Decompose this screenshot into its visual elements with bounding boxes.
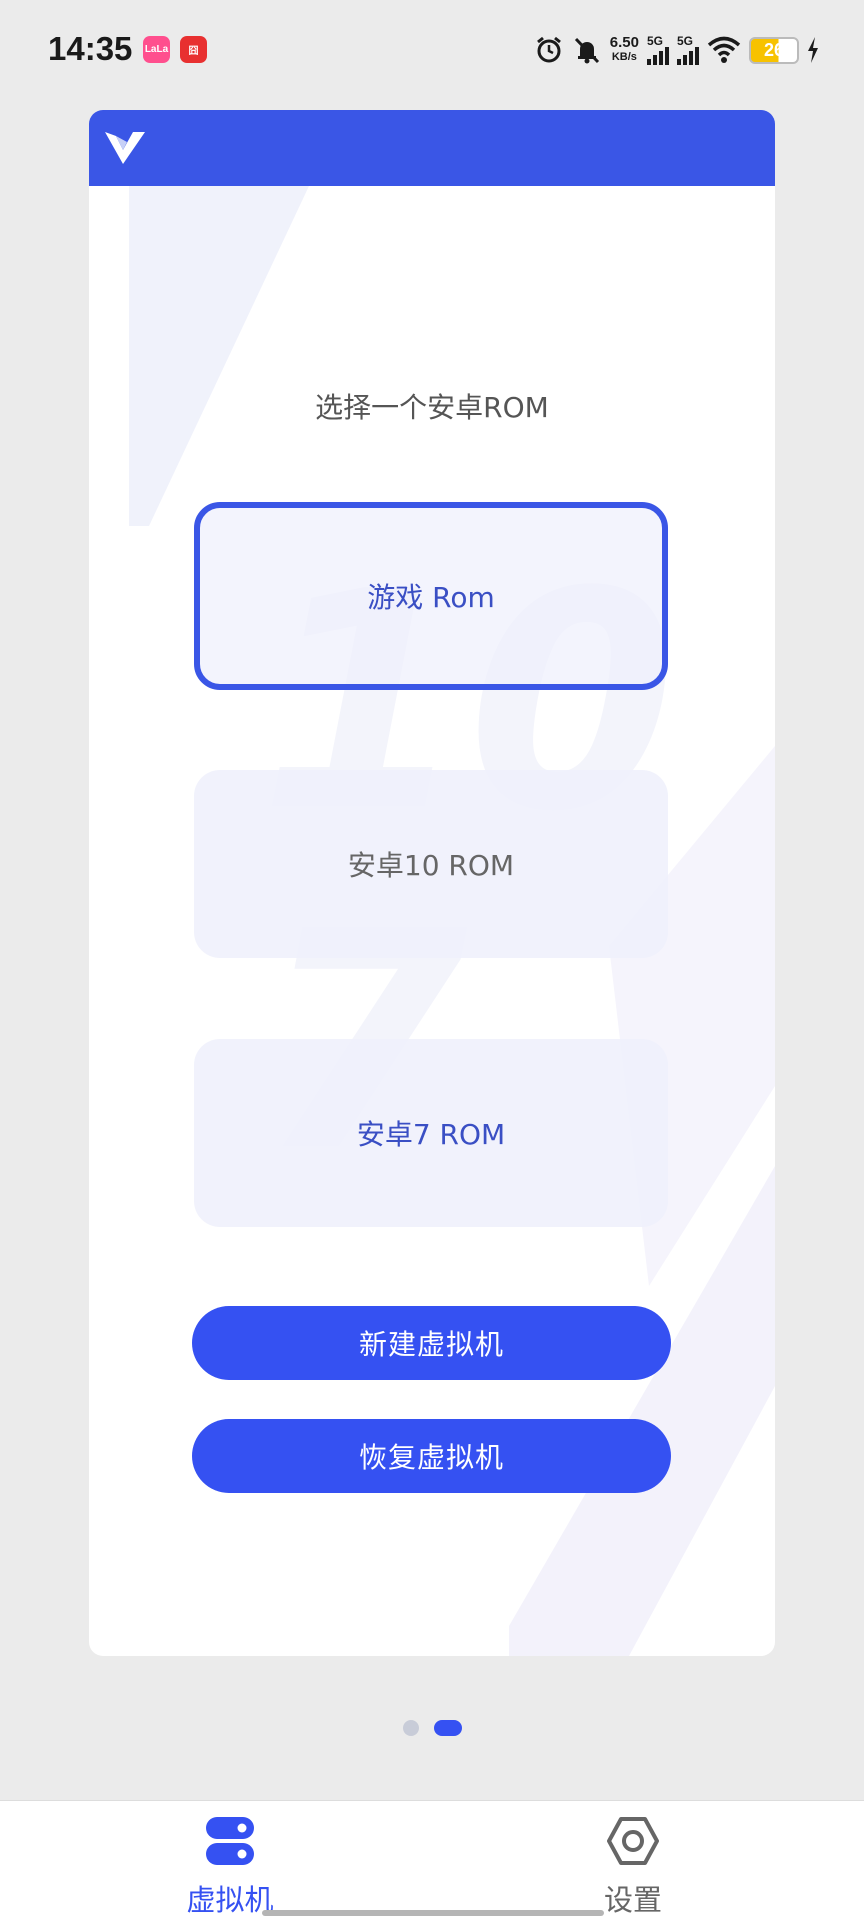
restore-vm-button[interactable]: 恢复虚拟机 [192,1419,671,1493]
prompt-text: 选择一个安卓ROM [315,391,549,424]
rom-option-label: 安卓7 ROM [356,1118,506,1151]
rom-option-label: 游戏 Rom [367,581,495,614]
hexagon-settings-icon [607,1817,659,1865]
rom-selection-card: 10 7 选择一个安卓ROM 游戏 Rom 安卓10 ROM 安卓7 ROM 新… [89,110,775,1656]
charging-icon [808,37,818,63]
bottom-nav: 虚拟机 设置 [0,1800,864,1921]
rom-option-label: 安卓10 ROM [347,849,515,882]
signal-5g-1: 5G [647,35,669,65]
net-speed: 6.50 KB/s [609,34,639,63]
nav-item-vm[interactable]: 虚拟机 [130,1801,330,1921]
battery-indicator: 26 [749,36,799,64]
alarm-icon [536,36,561,63]
app-notification-icon: LaLa [143,36,170,63]
rom-option-game[interactable]: 游戏 Rom [194,502,668,690]
status-time: 14:35 [48,30,133,67]
status-icons: 6.50 KB/s 5G 5G 26 [534,30,819,70]
signal-bars-icon [647,47,669,65]
rom-option-android10[interactable]: 安卓10 ROM [194,770,668,958]
rom-option-android7[interactable]: 安卓7 ROM [194,1039,668,1227]
mute-bell-icon [574,37,599,64]
page-indicator [0,1720,864,1736]
card-header [89,110,775,186]
nav-item-settings[interactable]: 设置 [533,1801,733,1921]
signal-bars-icon [677,47,699,65]
page-dot-1[interactable] [403,1720,419,1736]
wifi-icon [707,36,741,63]
server-icon [206,1817,254,1865]
app-notification-icon-2: 囧 [180,36,207,63]
status-bar: 14:35 LaLa 囧 6.50 KB/s 5G 5G 26 [0,0,864,100]
page-dot-2-active[interactable] [434,1720,462,1736]
home-indicator[interactable] [262,1910,604,1916]
create-vm-button[interactable]: 新建虚拟机 [192,1306,671,1380]
app-logo-icon [105,132,145,164]
signal-5g-2: 5G [677,35,699,65]
